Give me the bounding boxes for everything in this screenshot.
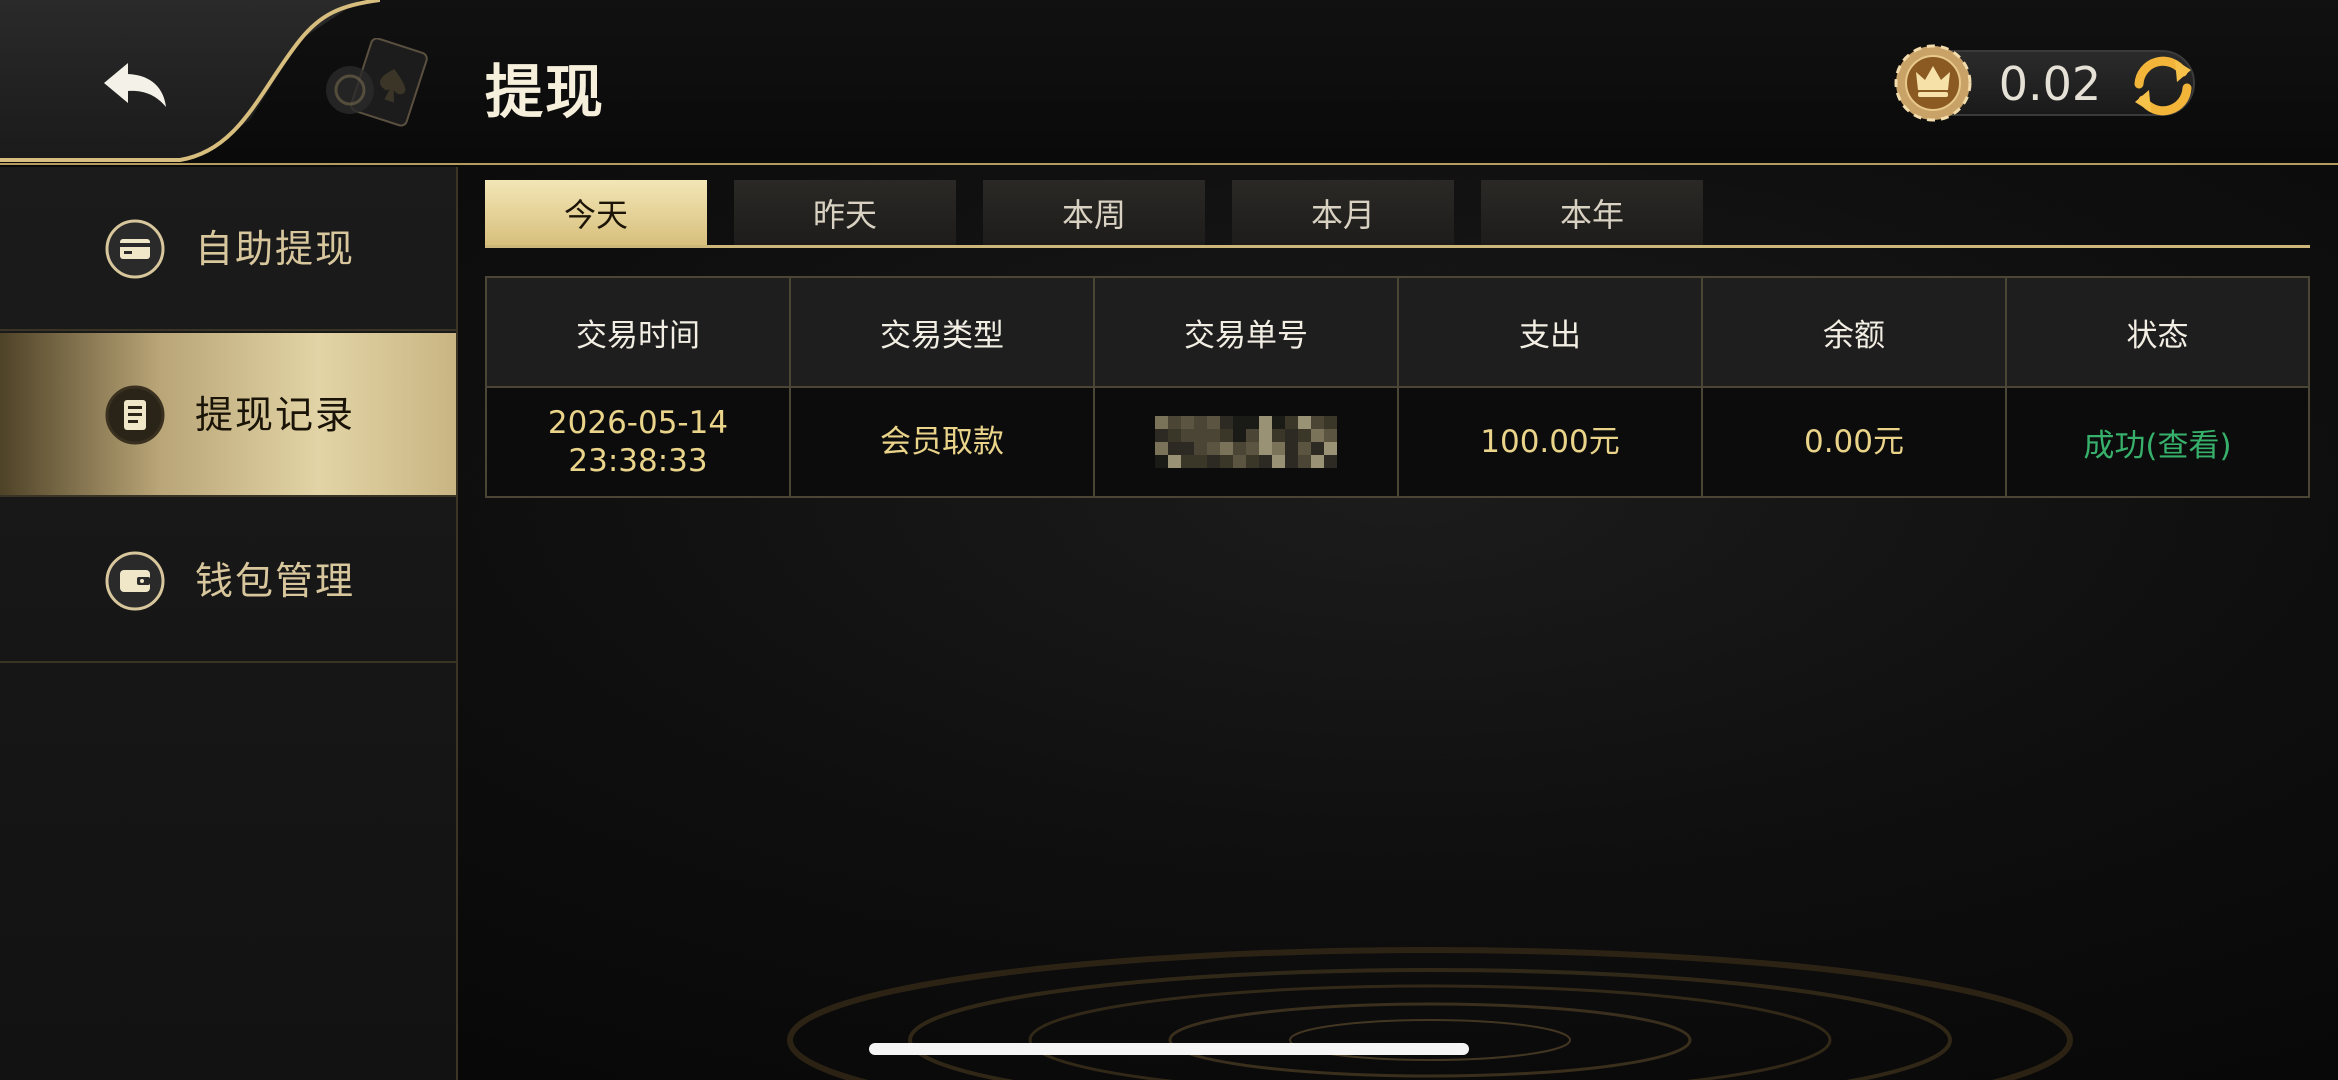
column-header: 交易单号 — [1095, 278, 1399, 386]
cell-order-number — [1095, 388, 1399, 496]
sidebar-item-label: 自助提现 — [195, 227, 356, 271]
column-header: 交易类型 — [791, 278, 1095, 386]
floor-ring-decoration — [787, 947, 2073, 1080]
tab-yesterday[interactable]: 昨天 — [734, 180, 956, 246]
page-title: 提现 — [485, 58, 606, 126]
back-arrow-icon — [104, 63, 166, 107]
table-header: 交易时间 交易类型 交易单号 支出 余额 状态 — [487, 278, 2308, 388]
crown-coin-icon — [1894, 44, 1972, 122]
back-plate — [0, 0, 360, 160]
cell-status: 成功(查看) — [2007, 388, 2308, 496]
cell-expense: 100.00元 — [1399, 388, 1703, 496]
cell-balance: 0.00元 — [1703, 388, 2007, 496]
status-view-link[interactable]: 成功(查看) — [2083, 420, 2231, 465]
sidebar-item-wallet-management[interactable]: 钱包管理 — [0, 499, 456, 663]
sidebar: 自助提现 提现记录 钱包管理 — [0, 167, 458, 1080]
cards-emblem-icon — [326, 38, 428, 127]
sidebar-item-label: 提现记录 — [195, 393, 356, 437]
table-row[interactable]: 2026-05-14 23:38:33 会员取款 100.00元 0.00元 成… — [487, 388, 2308, 496]
column-header: 状态 — [2126, 317, 2189, 354]
sidebar-item-withdraw-records[interactable]: 提现记录 — [0, 333, 456, 497]
wallet-icon — [105, 551, 165, 611]
cell-type: 会员取款 — [791, 388, 1095, 496]
sidebar-item-label: 钱包管理 — [195, 559, 356, 603]
column-header: 支出 — [1399, 278, 1703, 386]
records-icon — [105, 385, 165, 445]
time-clock: 23:38:33 — [568, 443, 708, 479]
time-date: 2026-05-14 — [547, 405, 729, 441]
tab-this-year[interactable]: 本年 — [1481, 180, 1703, 246]
home-indicator — [869, 1043, 1469, 1055]
sidebar-item-self-withdraw[interactable]: 自助提现 — [0, 167, 456, 331]
tab-today[interactable]: 今天 — [485, 180, 707, 246]
redacted-order-number — [1155, 416, 1337, 468]
column-header: 交易时间 — [487, 278, 791, 386]
tab-underline — [485, 245, 2310, 248]
top-bar: 提现 0.02 — [0, 0, 2338, 165]
tab-this-week[interactable]: 本周 — [983, 180, 1205, 246]
records-table: 交易时间 交易类型 交易单号 支出 余额 状态 2026-05-14 23:38… — [485, 276, 2310, 498]
cell-time: 2026-05-14 23:38:33 — [487, 388, 791, 496]
card-icon — [105, 219, 165, 279]
refresh-icon[interactable] — [2125, 48, 2201, 124]
tab-this-month[interactable]: 本月 — [1232, 180, 1454, 246]
balance-value: 0.02 — [1998, 57, 2102, 111]
column-header: 余额 — [1703, 278, 2007, 386]
back-button[interactable] — [95, 55, 175, 115]
